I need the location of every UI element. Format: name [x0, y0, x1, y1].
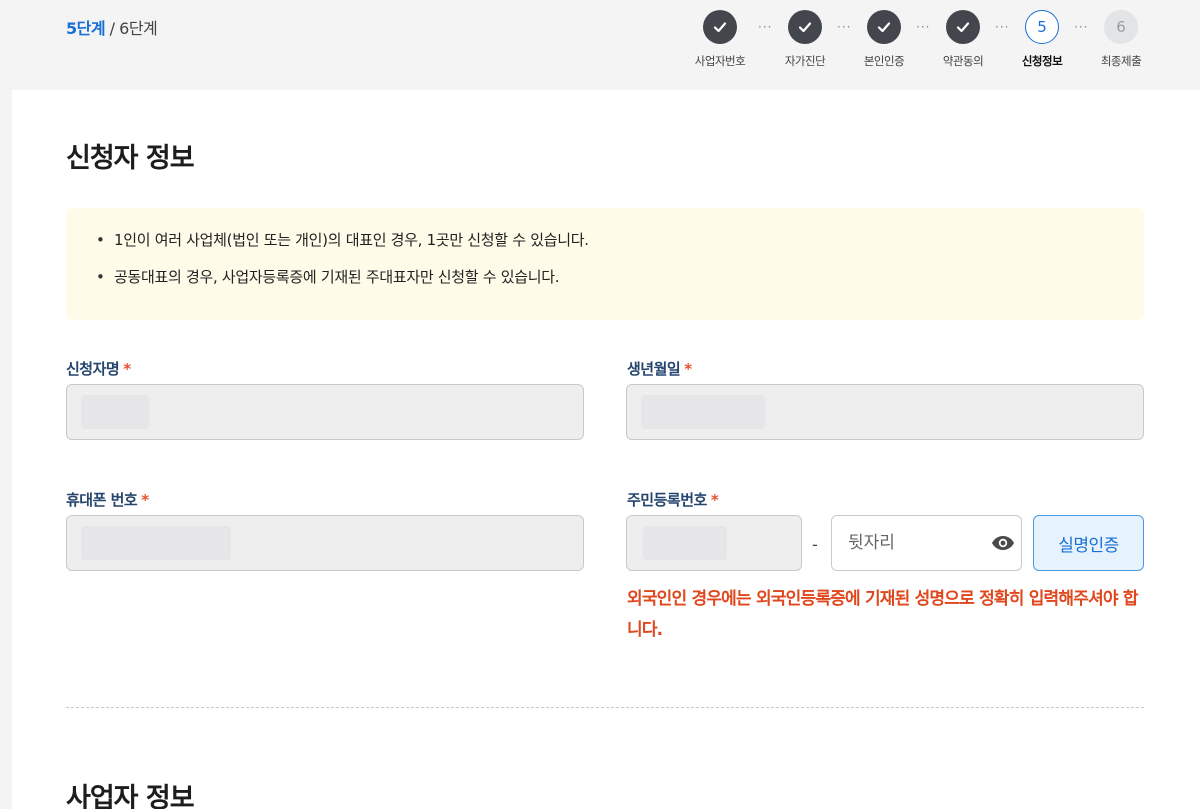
top-bar: 5단계 / 6단계 사업자번호 ··· 자가진단 ··· 본인인증 ··· 약관…: [0, 0, 1200, 90]
step-3: 본인인증: [848, 10, 920, 69]
check-icon: [867, 10, 901, 44]
notice-item: 1인이 여러 사업체(법인 또는 개인)의 대표인 경우, 1곳만 신청할 수 …: [96, 230, 1114, 250]
phone-label: 휴대폰 번호 *: [66, 489, 149, 510]
step-1: 사업자번호: [684, 10, 756, 69]
step-5: 5 신청정보: [1006, 10, 1078, 69]
step-2: 자가진단: [769, 10, 841, 69]
step-separator: /: [105, 19, 120, 38]
step-label: 신청정보: [1021, 54, 1063, 68]
label-text: 주민등록번호: [627, 491, 707, 509]
birthdate-label: 생년월일 *: [627, 358, 692, 379]
masked-value: [81, 526, 231, 560]
notice-list: 1인이 여러 사업체(법인 또는 개인)의 대표인 경우, 1곳만 신청할 수 …: [96, 230, 1114, 287]
step-label: 최종제출: [1100, 54, 1142, 68]
step-label: 사업자번호: [694, 54, 746, 68]
masked-value: [641, 395, 765, 429]
applicant-name-field[interactable]: [66, 384, 584, 440]
label-text: 생년월일: [627, 360, 681, 378]
step-counter: 5단계 / 6단계: [66, 15, 158, 39]
step-number: 6: [1104, 10, 1138, 44]
step-label: 자가진단: [784, 54, 826, 68]
required-mark: *: [710, 491, 719, 509]
check-icon: [703, 10, 737, 44]
phone-field[interactable]: [66, 515, 584, 571]
masked-value: [81, 395, 149, 429]
step-label: 약관동의: [942, 54, 984, 68]
progress-stepper: 사업자번호 ··· 자가진단 ··· 본인인증 ··· 약관동의 ··· 5 신…: [686, 10, 1156, 80]
form-card: 신청자 정보 1인이 여러 사업체(법인 또는 개인)의 대표인 경우, 1곳만…: [12, 90, 1200, 809]
step-4: 약관동의: [927, 10, 999, 69]
eye-icon[interactable]: [991, 534, 1015, 552]
required-mark: *: [684, 360, 692, 378]
label-text: 휴대폰 번호: [66, 491, 138, 509]
current-step-text: 5단계: [66, 19, 106, 38]
applicant-name-label: 신청자명 *: [66, 358, 131, 379]
applicant-section-title: 신청자 정보: [66, 143, 195, 174]
check-icon: [788, 10, 822, 44]
required-mark: *: [141, 491, 149, 509]
birthdate-field[interactable]: [626, 384, 1144, 440]
notice-item: 공동대표의 경우, 사업자등록증에 기재된 주대표자만 신청할 수 있습니다.: [96, 267, 1114, 287]
notice-box: 1인이 여러 사업체(법인 또는 개인)의 대표인 경우, 1곳만 신청할 수 …: [66, 208, 1144, 320]
section-divider: [66, 707, 1144, 708]
foreigner-warning-text: 외국인인 경우에는 외국인등록증에 기재된 성명으로 정확히 입력해주셔야 합니…: [627, 589, 1139, 640]
rrn-dash: -: [812, 535, 818, 554]
business-section-title: 사업자 정보: [66, 783, 195, 809]
step-label: 본인인증: [863, 54, 905, 68]
step-number: 5: [1025, 10, 1059, 44]
rrn-label: 주민등록번호 *: [627, 489, 719, 510]
total-steps-text: 6단계: [119, 19, 158, 38]
check-icon: [946, 10, 980, 44]
masked-value: [643, 526, 727, 560]
step-6: 6 최종제출: [1085, 10, 1157, 69]
real-name-verify-button[interactable]: 실명인증: [1033, 515, 1144, 571]
rrn-front-field[interactable]: [626, 515, 802, 571]
required-mark: *: [123, 360, 131, 378]
label-text: 신청자명: [66, 360, 120, 378]
